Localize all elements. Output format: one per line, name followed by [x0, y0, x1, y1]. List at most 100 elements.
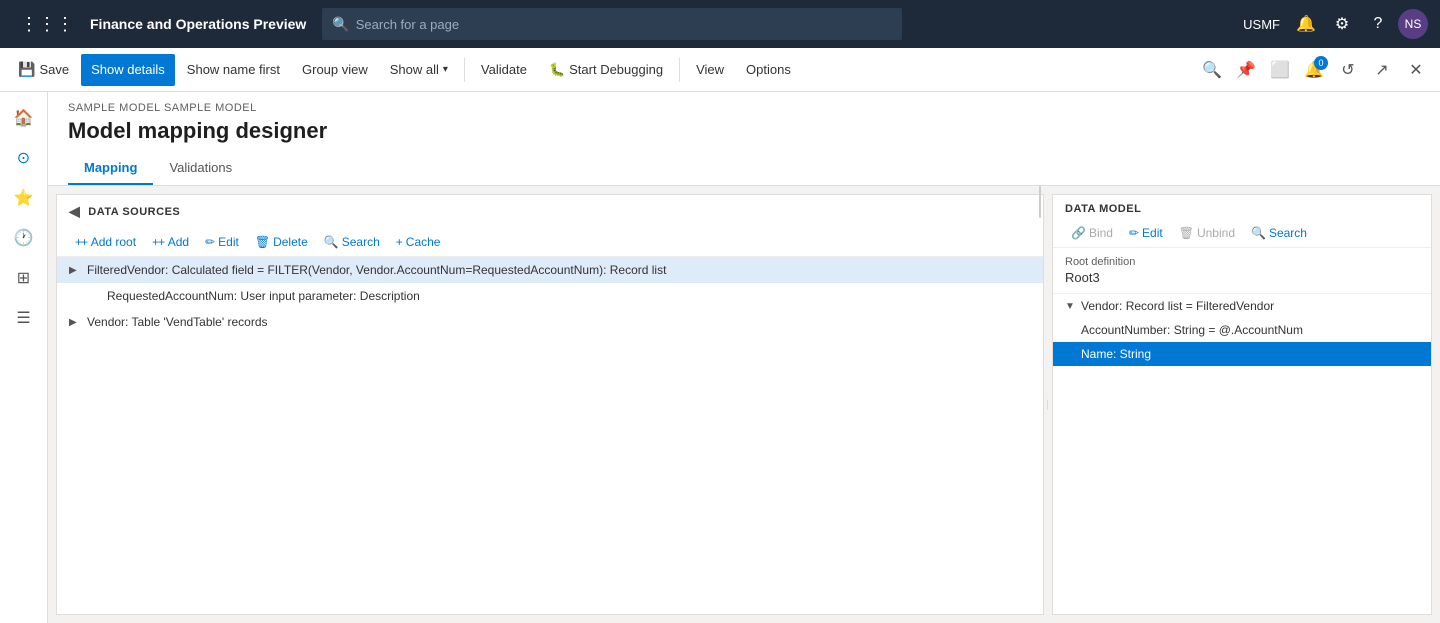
ds-search-button[interactable]: 🔍 Search [318, 232, 386, 252]
edit-icon: ✏ [205, 235, 215, 249]
show-all-button[interactable]: Show all ▾ [380, 54, 458, 86]
edit-button[interactable]: ✏ Edit [199, 232, 245, 252]
app-title: Finance and Operations Preview [90, 16, 306, 32]
top-navigation: ⋮⋮⋮ Finance and Operations Preview 🔍 USM… [0, 0, 1440, 48]
search-cmd-button[interactable]: 🔍 [1196, 54, 1228, 86]
options-button[interactable]: Options [736, 54, 801, 86]
start-debugging-button[interactable]: 🐛 Start Debugging [539, 54, 673, 86]
delete-button[interactable]: 🗑 Delete [249, 232, 314, 252]
refresh-button[interactable]: ↺ [1332, 54, 1364, 86]
panel-collapse-icon[interactable]: ◀ [69, 203, 80, 220]
data-sources-toolbar: + + Add root + + Add ✏ Edit 🗑 Delete [57, 228, 1043, 257]
add-root-button[interactable]: + + Add root [69, 232, 142, 252]
body-area: ◀ DATA SOURCES + + Add root + + Add ✏ Ed… [48, 186, 1440, 623]
panels-resize-handle[interactable]: │ [1044, 186, 1052, 623]
notification-badge-button[interactable]: 🔔0 [1298, 54, 1330, 86]
root-definition-value: Root3 [1065, 270, 1419, 285]
sidebar-item-recent[interactable]: 🕐 [6, 220, 42, 256]
pin-button[interactable]: 📌 [1230, 54, 1262, 86]
root-definition: Root definition Root3 [1053, 248, 1431, 294]
expand-icon[interactable]: ▶ [69, 265, 81, 276]
close-button[interactable]: ✕ [1400, 54, 1432, 86]
ds-item-requestedaccountnum[interactable]: RequestedAccountNum: User input paramete… [57, 283, 1043, 309]
data-model-items: ▼ Vendor: Record list = FilteredVendor A… [1053, 294, 1431, 614]
bind-icon: 🔗 [1071, 226, 1086, 240]
sidebar-item-list[interactable]: ☰ [6, 300, 42, 336]
data-sources-items: ▶ FilteredVendor: Calculated field = FIL… [57, 257, 1043, 614]
data-model-toolbar: 🔗 Bind ✏ Edit 🗑 Unbind 🔍 Search [1053, 219, 1431, 248]
settings-button[interactable]: ⚙ [1326, 8, 1358, 40]
dm-edit-button[interactable]: ✏ Edit [1123, 223, 1169, 243]
main-content: SAMPLE MODEL SAMPLE MODEL Model mapping … [48, 92, 1440, 623]
open-new-window-button[interactable]: ↗ [1366, 54, 1398, 86]
unbind-icon: 🗑 [1179, 226, 1194, 240]
ds-item-requestedaccountnum-text: RequestedAccountNum: User input paramete… [107, 289, 1031, 303]
save-icon: 💾 [18, 61, 35, 78]
top-nav-right: USMF 🔔 ⚙ ? NS [1237, 8, 1428, 40]
sidebar: 🏠 ⊙ ⭐ 🕐 ⊞ ☰ [0, 92, 48, 623]
ds-item-filteredvendor[interactable]: ▶ FilteredVendor: Calculated field = FIL… [57, 257, 1043, 283]
debug-icon: 🐛 [549, 62, 565, 78]
chevron-down-icon: ▾ [443, 64, 448, 75]
help-button[interactable]: ? [1362, 8, 1394, 40]
ds-item-vendor-text: Vendor: Table 'VendTable' records [87, 315, 1031, 329]
data-sources-panel-header: ◀ DATA SOURCES [57, 195, 1043, 228]
separator-2 [679, 58, 680, 82]
dm-search-button[interactable]: 🔍 Search [1245, 223, 1313, 243]
view-button[interactable]: View [686, 54, 734, 86]
data-sources-title: DATA SOURCES [88, 206, 180, 218]
dm-item-name[interactable]: Name: String [1053, 342, 1431, 366]
notification-count-badge: 0 [1314, 56, 1328, 70]
cache-button[interactable]: + Cache [390, 232, 447, 252]
app-layout: 🏠 ⊙ ⭐ 🕐 ⊞ ☰ SAMPLE MODEL SAMPLE MODEL Mo… [0, 92, 1440, 623]
show-details-button[interactable]: Show details [81, 54, 175, 86]
expand-icon[interactable]: ▶ [69, 317, 81, 328]
ds-item-filteredvendor-text: FilteredVendor: Calculated field = FILTE… [87, 263, 1031, 277]
edit-icon: ✏ [1129, 226, 1139, 240]
app-grid-icon[interactable]: ⋮⋮⋮ [12, 10, 82, 39]
cache-icon: + [396, 235, 403, 249]
dm-item-vendor-text: Vendor: Record list = FilteredVendor [1081, 299, 1274, 313]
separator-1 [464, 58, 465, 82]
dm-item-vendor[interactable]: ▼ Vendor: Record list = FilteredVendor [1053, 294, 1431, 318]
data-model-panel-header: DATA MODEL [1053, 195, 1431, 219]
sidebar-item-filter[interactable]: ⊙ [6, 140, 42, 176]
search-icon: 🔍 [1251, 226, 1266, 240]
tab-mapping[interactable]: Mapping [68, 152, 153, 185]
fullscreen-button[interactable]: ⬜ [1264, 54, 1296, 86]
data-sources-panel: ◀ DATA SOURCES + + Add root + + Add ✏ Ed… [56, 194, 1044, 615]
environment-label: USMF [1237, 13, 1286, 36]
add-button[interactable]: + + Add [146, 232, 195, 252]
delete-icon: 🗑 [255, 235, 270, 249]
unbind-button[interactable]: 🗑 Unbind [1173, 223, 1241, 243]
data-model-panel: DATA MODEL 🔗 Bind ✏ Edit 🗑 Unbind [1052, 194, 1432, 615]
bind-button[interactable]: 🔗 Bind [1065, 223, 1119, 243]
save-button[interactable]: 💾 Save [8, 54, 79, 86]
expand-icon[interactable]: ▼ [1065, 301, 1077, 312]
dm-item-name-text: Name: String [1081, 347, 1151, 361]
root-definition-label: Root definition [1065, 256, 1419, 268]
group-view-button[interactable]: Group view [292, 54, 378, 86]
sidebar-item-modules[interactable]: ⊞ [6, 260, 42, 296]
dm-item-accountnumber-text: AccountNumber: String = @.AccountNum [1081, 323, 1303, 337]
search-icon: 🔍 [324, 235, 339, 249]
page-title: Model mapping designer [68, 118, 1420, 144]
validate-button[interactable]: Validate [471, 54, 537, 86]
global-search-box[interactable]: 🔍 [322, 8, 902, 40]
search-icon: 🔍 [332, 16, 349, 33]
show-all-dropdown[interactable]: Show all ▾ [380, 54, 458, 86]
show-name-first-button[interactable]: Show name first [177, 54, 290, 86]
global-search-input[interactable] [356, 17, 893, 32]
user-avatar[interactable]: NS [1398, 9, 1428, 39]
sidebar-item-favorites[interactable]: ⭐ [6, 180, 42, 216]
tab-validations[interactable]: Validations [153, 152, 248, 185]
ds-item-vendor[interactable]: ▶ Vendor: Table 'VendTable' records [57, 309, 1043, 335]
page-tabs: Mapping Validations [68, 152, 1420, 185]
notification-bell-button[interactable]: 🔔 [1290, 8, 1322, 40]
command-bar: 💾 Save Show details Show name first Grou… [0, 48, 1440, 92]
breadcrumb: SAMPLE MODEL SAMPLE MODEL [68, 102, 1420, 114]
dm-item-accountnumber[interactable]: AccountNumber: String = @.AccountNum [1053, 318, 1431, 342]
page-header: SAMPLE MODEL SAMPLE MODEL Model mapping … [48, 92, 1440, 186]
panel-resize-handle[interactable] [1037, 195, 1043, 614]
sidebar-item-home[interactable]: 🏠 [6, 100, 42, 136]
